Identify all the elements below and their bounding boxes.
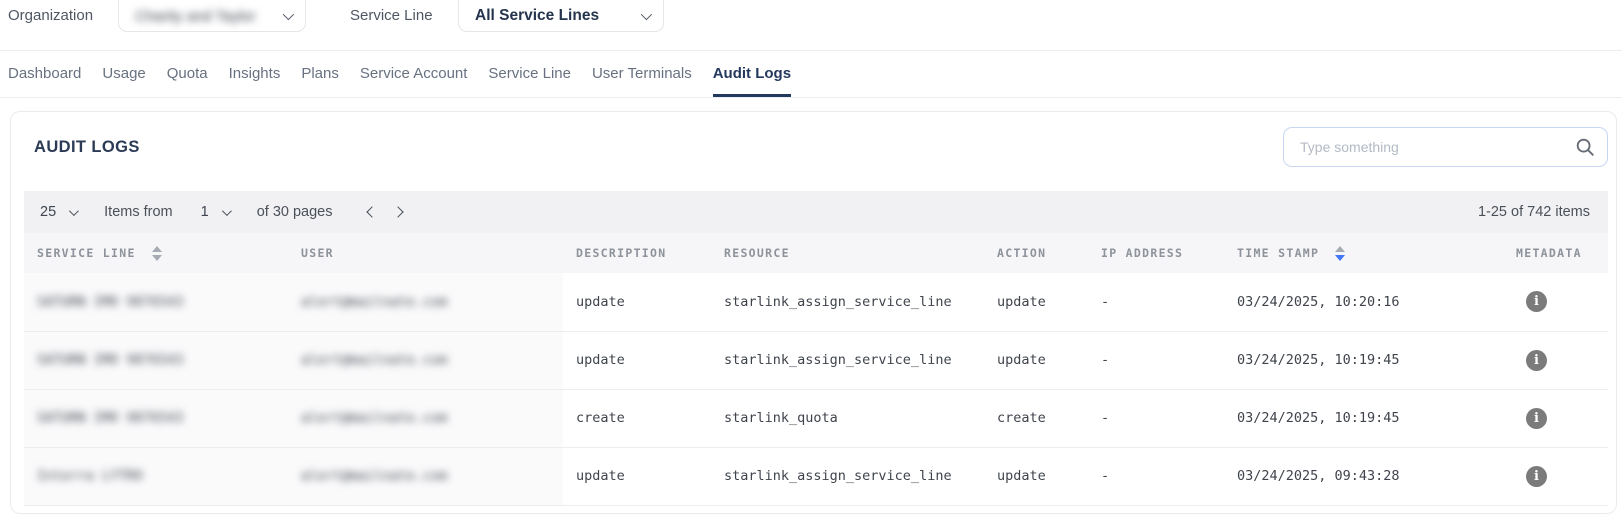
timestamp-cell: 03/24/2025, 09:43:28 bbox=[1224, 447, 1503, 505]
items-range-label: 1-25 of 742 items bbox=[1478, 204, 1598, 220]
service-line-value: All Service Lines bbox=[475, 7, 599, 25]
resource-cell: starlink_assign_service_line bbox=[711, 447, 984, 505]
top-bar: Organization Charity and Taylor Service … bbox=[0, 0, 1622, 33]
chevron-down-icon bbox=[283, 9, 294, 20]
page-select[interactable]: 1 bbox=[201, 204, 229, 220]
tab-dashboard[interactable]: Dashboard bbox=[8, 51, 81, 97]
ip-address-cell: - bbox=[1088, 389, 1224, 447]
tab-audit-logs[interactable]: Audit Logs bbox=[713, 51, 791, 97]
info-icon[interactable]: i bbox=[1526, 291, 1547, 312]
resource-cell: starlink_assign_service_line bbox=[711, 273, 984, 331]
tab-service-account[interactable]: Service Account bbox=[360, 51, 468, 97]
chevron-down-icon bbox=[222, 206, 232, 216]
total-pages-label: of 30 pages bbox=[257, 204, 333, 220]
user-cell: alert@mailnate.com bbox=[301, 410, 447, 426]
table-row: SATURN IMO 9876543 alert@mailnate.com up… bbox=[24, 273, 1608, 331]
chevron-left-icon bbox=[366, 206, 377, 217]
chevron-down-icon bbox=[69, 206, 79, 216]
info-icon[interactable]: i bbox=[1526, 350, 1547, 371]
sort-icon-active bbox=[1335, 246, 1345, 261]
service-line-cell: SATURN IMO 9876543 bbox=[37, 294, 183, 310]
column-header-time-stamp[interactable]: TIME STAMP bbox=[1224, 233, 1503, 273]
page-size-select[interactable]: 25 bbox=[40, 204, 76, 220]
service-line-label: Service Line bbox=[350, 7, 433, 24]
user-cell: alert@mailnate.com bbox=[301, 468, 447, 484]
action-cell: update bbox=[984, 273, 1088, 331]
chevron-down-icon bbox=[641, 9, 652, 20]
column-header-ip-address[interactable]: IP ADDRESS bbox=[1088, 233, 1224, 273]
resource-cell: starlink_assign_service_line bbox=[711, 331, 984, 389]
table-header-row: SERVICE LINE USER DESCRIPTION RESOURCE A… bbox=[24, 233, 1608, 273]
audit-logs-table: SERVICE LINE USER DESCRIPTION RESOURCE A… bbox=[24, 233, 1608, 506]
tab-usage[interactable]: Usage bbox=[102, 51, 145, 97]
ip-address-cell: - bbox=[1088, 273, 1224, 331]
service-line-cell: SATURN IMO 9876543 bbox=[37, 352, 183, 368]
organization-label: Organization bbox=[8, 7, 93, 24]
panel-header: AUDIT LOGS bbox=[24, 125, 1608, 169]
user-cell: alert@mailnate.com bbox=[301, 294, 447, 310]
tab-quota[interactable]: Quota bbox=[167, 51, 208, 97]
info-icon[interactable]: i bbox=[1526, 466, 1547, 487]
timestamp-cell: 03/24/2025, 10:19:45 bbox=[1224, 331, 1503, 389]
pagination-bar: 25 Items from 1 of 30 pages 1-25 of 742 … bbox=[24, 191, 1608, 233]
page-title: AUDIT LOGS bbox=[34, 138, 140, 157]
column-header-action[interactable]: ACTION bbox=[984, 233, 1088, 273]
column-header-user[interactable]: USER bbox=[288, 233, 563, 273]
service-line-cell: Interra LYTRO bbox=[37, 468, 143, 484]
user-cell: alert@mailnate.com bbox=[301, 352, 447, 368]
action-cell: create bbox=[984, 389, 1088, 447]
previous-page-button[interactable] bbox=[359, 199, 385, 225]
next-page-button[interactable] bbox=[385, 199, 411, 225]
ip-address-cell: - bbox=[1088, 331, 1224, 389]
description-cell: update bbox=[563, 447, 711, 505]
service-line-dropdown[interactable]: All Service Lines bbox=[458, 0, 664, 32]
chevron-right-icon bbox=[392, 206, 403, 217]
sort-icon bbox=[152, 246, 162, 261]
items-from-label: Items from bbox=[104, 204, 172, 220]
description-cell: create bbox=[563, 389, 711, 447]
tab-user-terminals[interactable]: User Terminals bbox=[592, 51, 692, 97]
service-line-cell: SATURN IMO 9876543 bbox=[37, 410, 183, 426]
tab-service-line[interactable]: Service Line bbox=[488, 51, 571, 97]
column-header-metadata[interactable]: METADATA bbox=[1503, 233, 1608, 273]
timestamp-cell: 03/24/2025, 10:19:45 bbox=[1224, 389, 1503, 447]
action-cell: update bbox=[984, 447, 1088, 505]
organization-value: Charity and Taylor bbox=[135, 8, 256, 25]
organization-dropdown[interactable]: Charity and Taylor bbox=[118, 0, 306, 32]
tab-insights[interactable]: Insights bbox=[229, 51, 281, 97]
timestamp-cell: 03/24/2025, 10:20:16 bbox=[1224, 273, 1503, 331]
action-cell: update bbox=[984, 331, 1088, 389]
column-header-description[interactable]: DESCRIPTION bbox=[563, 233, 711, 273]
description-cell: update bbox=[563, 273, 711, 331]
tab-plans[interactable]: Plans bbox=[301, 51, 339, 97]
table-row: SATURN IMO 9876543 alert@mailnate.com up… bbox=[24, 331, 1608, 389]
search-input[interactable] bbox=[1283, 127, 1608, 167]
info-icon[interactable]: i bbox=[1526, 408, 1547, 429]
page-size-value: 25 bbox=[40, 204, 56, 220]
search-icon[interactable] bbox=[1574, 136, 1596, 163]
table-row: SATURN IMO 9876543 alert@mailnate.com cr… bbox=[24, 389, 1608, 447]
resource-cell: starlink_quota bbox=[711, 389, 984, 447]
current-page-value: 1 bbox=[201, 204, 209, 220]
search-box bbox=[1283, 127, 1608, 167]
column-header-resource[interactable]: RESOURCE bbox=[711, 233, 984, 273]
audit-logs-panel: AUDIT LOGS 25 Items from 1 of 30 pages bbox=[10, 111, 1617, 514]
table-row: Interra LYTRO alert@mailnate.com update … bbox=[24, 447, 1608, 505]
description-cell: update bbox=[563, 331, 711, 389]
ip-address-cell: - bbox=[1088, 447, 1224, 505]
column-header-service-line[interactable]: SERVICE LINE bbox=[24, 233, 288, 273]
tab-bar: Dashboard Usage Quota Insights Plans Ser… bbox=[0, 50, 1622, 98]
